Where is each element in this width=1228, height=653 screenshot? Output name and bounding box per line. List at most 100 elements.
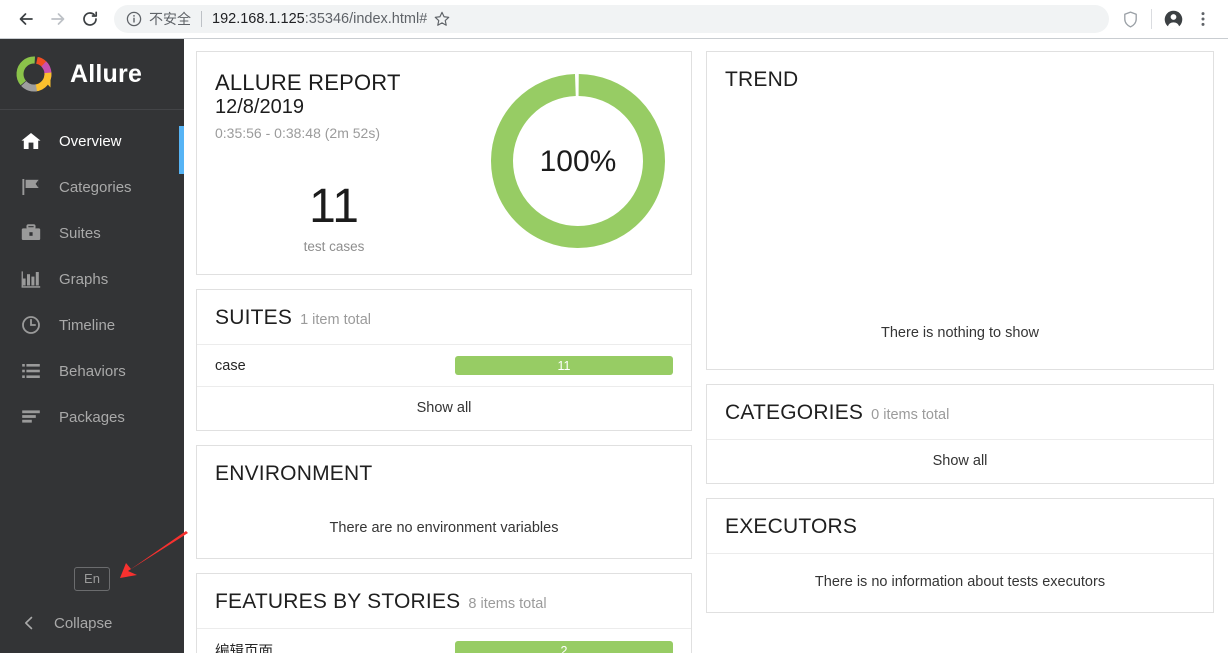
arrow-left-icon: [16, 9, 36, 29]
suites-card: SUITES 1 item total case 11 Show all: [196, 289, 692, 431]
sidebar: Allure Overview Categories Suites Graphs…: [0, 39, 188, 653]
chevron-left-icon: [22, 615, 36, 631]
suites-title: SUITES: [215, 306, 293, 329]
sidebar-item-label: Graphs: [59, 270, 109, 288]
suite-name: case: [215, 357, 246, 374]
clock-icon: [18, 313, 44, 337]
sidebar-item-label: Packages: [59, 408, 125, 426]
report-time-range: 0:35:56 - 0:38:48 (2m 52s): [215, 124, 380, 141]
executors-title: EXECUTORS: [725, 515, 858, 538]
trend-header: TREND: [707, 52, 1213, 106]
categories-total: 0 items total: [871, 407, 950, 423]
summary-info: ALLURE REPORT 12/8/2019 0:35:56 - 0:38:4…: [215, 66, 483, 256]
bar-chart-icon: [18, 267, 44, 291]
brand-name: Allure: [70, 59, 143, 88]
forward-button[interactable]: [42, 3, 74, 35]
home-icon: [18, 129, 44, 153]
executors-header: EXECUTORS: [707, 499, 1213, 554]
sidebar-item-timeline[interactable]: Timeline: [0, 302, 184, 348]
allure-logo-icon: [14, 54, 54, 94]
language-selector: En: [0, 566, 184, 591]
suites-total: 1 item total: [300, 312, 371, 328]
feature-bar: 2: [455, 641, 673, 653]
test-case-count-block: 11 test cases: [215, 179, 453, 254]
star-icon[interactable]: [427, 4, 457, 34]
donut-percent-label: 100%: [540, 145, 617, 178]
test-case-count: 11: [309, 179, 359, 233]
sidebar-item-behaviors[interactable]: Behaviors: [0, 348, 184, 394]
omnibox-divider: [201, 11, 202, 27]
table-row[interactable]: 编辑页面 2: [197, 629, 691, 653]
donut-svg: 100%: [491, 73, 665, 248]
feature-bar-track: 2: [455, 641, 673, 653]
table-row[interactable]: case 11: [197, 345, 691, 387]
app-root: Allure Overview Categories Suites Graphs…: [0, 39, 1228, 653]
executors-empty-text: There is no information about tests exec…: [814, 574, 1106, 590]
toolbar-divider: [1151, 9, 1152, 29]
test-case-count-label: test cases: [303, 238, 365, 254]
environment-empty-text: There are no environment variables: [329, 520, 559, 536]
executors-card: EXECUTORS There is no information about …: [706, 498, 1214, 613]
browser-toolbar: 不安全 192.168.1.125:35346/index.html#: [0, 0, 1228, 39]
suites-show-all-link[interactable]: Show all: [197, 387, 691, 430]
suite-bar: 11: [455, 356, 673, 375]
collapse-label: Collapse: [54, 614, 113, 632]
sidebar-item-categories[interactable]: Categories: [0, 164, 184, 210]
environment-title: ENVIRONMENT: [215, 462, 373, 485]
info-circle-icon[interactable]: [126, 11, 142, 27]
security-status-label: 不安全: [149, 11, 191, 27]
url-text: 192.168.1.125:35346/index.html#: [212, 11, 427, 27]
left-column: ALLURE REPORT 12/8/2019 0:35:56 - 0:38:4…: [196, 51, 692, 653]
url-host: 192.168.1.125: [212, 11, 305, 27]
suite-bar-track: 11: [455, 356, 673, 375]
features-total: 8 items total: [468, 596, 547, 612]
three-dot-menu-icon[interactable]: [1188, 4, 1218, 34]
sidebar-nav: Overview Categories Suites Graphs Timeli…: [0, 110, 184, 440]
list-icon: [18, 359, 44, 383]
summary-body: ALLURE REPORT 12/8/2019 0:35:56 - 0:38:4…: [197, 52, 691, 274]
arrow-right-icon: [48, 9, 68, 29]
sidebar-item-suites[interactable]: Suites: [0, 210, 184, 256]
environment-header: ENVIRONMENT: [197, 446, 691, 500]
features-by-stories-card: FEATURES BY STORIES 8 items total 编辑页面 2: [196, 573, 692, 653]
reload-button[interactable]: [74, 3, 106, 35]
feature-name: 编辑页面: [215, 644, 273, 653]
environment-card: ENVIRONMENT There are no environment var…: [196, 445, 692, 559]
account-avatar-icon[interactable]: [1158, 4, 1188, 34]
features-title: FEATURES BY STORIES: [215, 590, 461, 613]
suites-header: SUITES 1 item total: [197, 290, 691, 345]
report-title: ALLURE REPORT: [215, 70, 401, 95]
sidebar-item-label: Overview: [59, 132, 122, 150]
trend-empty-text: There is nothing to show: [881, 325, 1039, 341]
status-donut-chart[interactable]: 100%: [483, 66, 673, 256]
sidebar-item-label: Suites: [59, 224, 101, 242]
right-column: TREND There is nothing to show CATEGORIE…: [706, 51, 1214, 653]
address-bar[interactable]: 不安全 192.168.1.125:35346/index.html#: [114, 5, 1109, 33]
features-header: FEATURES BY STORIES 8 items total: [197, 574, 691, 629]
briefcase-icon: [18, 221, 44, 245]
sidebar-item-label: Behaviors: [59, 362, 126, 380]
trend-card: TREND There is nothing to show: [706, 51, 1214, 370]
sidebar-item-overview[interactable]: Overview: [0, 118, 184, 174]
categories-card: CATEGORIES 0 items total Show all: [706, 384, 1214, 484]
sidebar-item-label: Timeline: [59, 316, 116, 334]
brand-header[interactable]: Allure: [0, 39, 184, 110]
back-button[interactable]: [10, 3, 42, 35]
summary-card: ALLURE REPORT 12/8/2019 0:35:56 - 0:38:4…: [196, 51, 692, 275]
dashboard-content: ALLURE REPORT 12/8/2019 0:35:56 - 0:38:4…: [184, 39, 1228, 653]
sidebar-item-graphs[interactable]: Graphs: [0, 256, 184, 302]
collapse-button[interactable]: Collapse: [0, 603, 184, 643]
categories-show-all-link[interactable]: Show all: [707, 440, 1213, 483]
language-button[interactable]: En: [74, 566, 110, 591]
sidebar-item-packages[interactable]: Packages: [0, 394, 184, 440]
sidebar-item-label: Categories: [59, 178, 132, 196]
url-path: :35346/index.html#: [304, 11, 428, 27]
report-date: 12/8/2019: [215, 95, 304, 118]
flag-icon: [18, 175, 44, 199]
trend-title: TREND: [725, 68, 799, 91]
categories-title: CATEGORIES: [725, 401, 864, 424]
categories-header: CATEGORIES 0 items total: [707, 385, 1213, 440]
shield-icon[interactable]: [1115, 4, 1145, 34]
reload-icon: [80, 9, 100, 29]
